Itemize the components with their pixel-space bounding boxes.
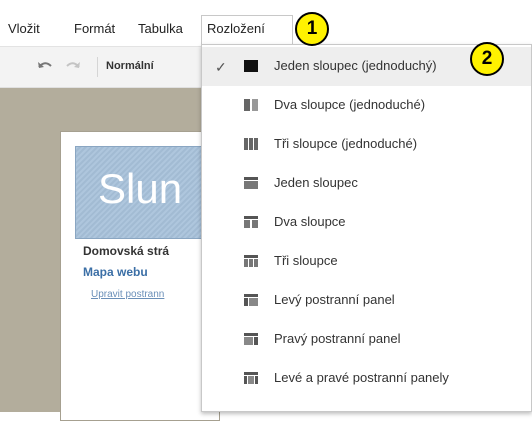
option-label: Tři sloupce (jednoduché) — [274, 136, 418, 151]
layout-option-three-columns-simple[interactable]: Tři sloupce (jednoduché) — [202, 125, 531, 164]
right-sidebar-icon — [244, 333, 258, 345]
layout-option-right-sidebar[interactable]: Pravý postranní panel — [202, 320, 531, 359]
site-header-title: Slun — [98, 165, 183, 212]
layout-option-three-columns[interactable]: Tři sloupce — [202, 242, 531, 281]
single-column-simple-icon — [244, 60, 258, 72]
undo-icon[interactable] — [36, 58, 54, 74]
check-icon: ✓ — [215, 59, 227, 75]
menu-insert[interactable]: Vložit — [8, 21, 40, 37]
option-label: Tři sloupce — [274, 253, 338, 268]
layout-option-left-right-sidebars[interactable]: Levé a pravé postranní panely — [202, 359, 531, 398]
site-header: Slun — [75, 146, 221, 239]
option-label: Dva sloupce — [274, 214, 346, 229]
left-sidebar-icon — [244, 294, 258, 306]
menu-table[interactable]: Tabulka — [138, 21, 183, 37]
left-right-sidebars-icon — [244, 372, 258, 384]
option-label: Pravý postranní panel — [274, 331, 401, 346]
redo-icon[interactable] — [64, 58, 82, 74]
callout-badge-2: 2 — [470, 42, 504, 76]
menu-bar: Vložit Formát Tabulka Rozložení — [0, 0, 532, 46]
option-label: Levé a pravé postranní panely — [274, 370, 449, 385]
edit-sidebar-link[interactable]: Upravit postrann — [91, 289, 164, 300]
option-label: Jeden sloupec (jednoduchý) — [274, 58, 437, 73]
three-columns-simple-icon — [244, 138, 258, 150]
three-columns-icon — [244, 255, 258, 267]
paragraph-style-select[interactable]: Normální — [106, 60, 154, 72]
two-columns-simple-icon — [244, 99, 258, 111]
layout-option-two-columns[interactable]: Dva sloupce — [202, 203, 531, 242]
toolbar-separator — [97, 57, 98, 77]
callout-badge-1: 1 — [295, 12, 329, 46]
option-label: Dva sloupce (jednoduché) — [274, 97, 426, 112]
site-preview: Slun Domovská strá Mapa webu Upravit pos… — [60, 131, 221, 421]
layout-option-two-columns-simple[interactable]: Dva sloupce (jednoduché) — [202, 86, 531, 125]
menu-format[interactable]: Formát — [74, 21, 115, 37]
layout-dropdown-menu: ✓ Jeden sloupec (jednoduchý) Dva sloupce… — [201, 44, 532, 412]
nav-home-link[interactable]: Domovská strá — [83, 244, 169, 258]
layout-option-left-sidebar[interactable]: Levý postranní panel — [202, 281, 531, 320]
nav-sitemap-link[interactable]: Mapa webu — [83, 265, 148, 279]
option-label: Levý postranní panel — [274, 292, 395, 307]
menu-layout[interactable]: Rozložení — [207, 21, 265, 37]
option-label: Jeden sloupec — [274, 175, 358, 190]
layout-option-single-column[interactable]: Jeden sloupec — [202, 164, 531, 203]
two-columns-icon — [244, 216, 258, 228]
single-column-icon — [244, 177, 258, 189]
